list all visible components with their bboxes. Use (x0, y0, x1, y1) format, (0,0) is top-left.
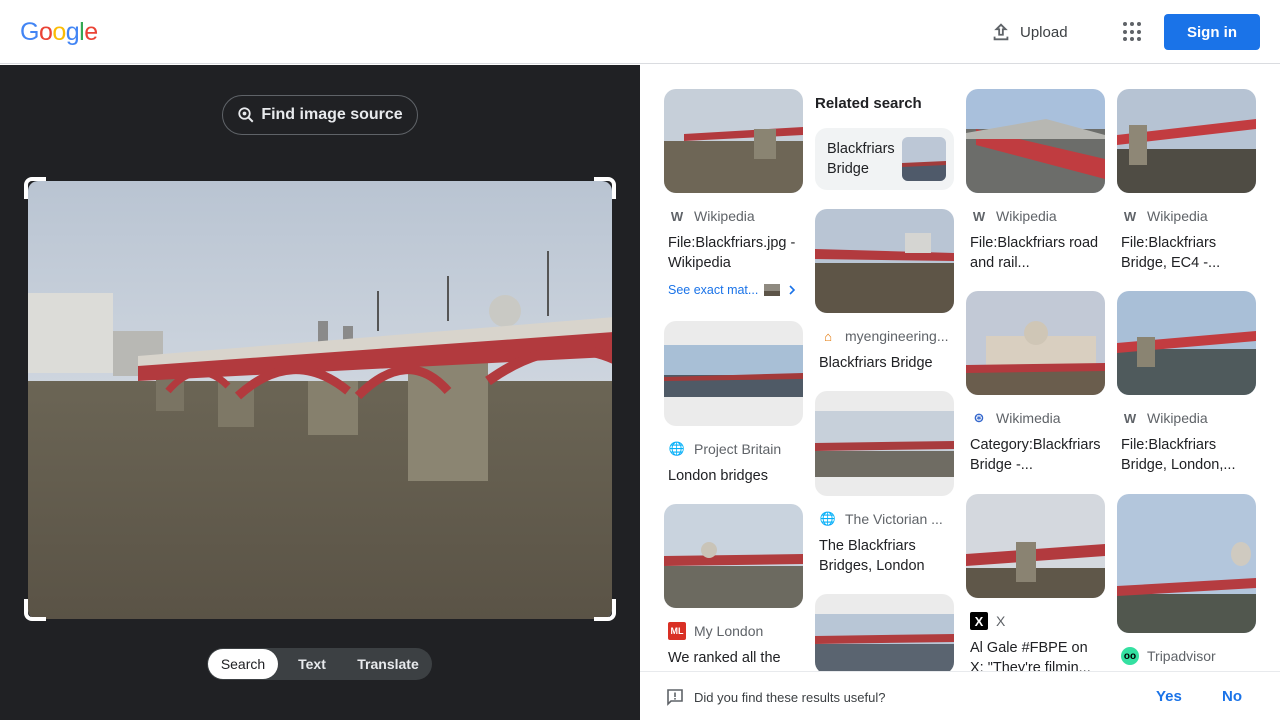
wikipedia-icon: W (670, 208, 684, 224)
logo-letter: G (20, 18, 39, 46)
chevron-right-icon (789, 285, 796, 295)
logo-letter: e (84, 18, 98, 46)
query-image-panel: Find image source Search Text Translate (0, 65, 640, 720)
myengineering-icon: ⌂ (824, 328, 832, 344)
tab-text[interactable]: Text (278, 649, 346, 679)
result-thumbnail (966, 494, 1105, 598)
wikimedia-icon: ⊛ (973, 410, 985, 425)
logo-letter: o (38, 18, 53, 46)
result-card[interactable]: W Wikipedia File:Blackfriars.jpg - Wikipe… (664, 89, 803, 297)
tab-translate[interactable]: Translate (346, 649, 430, 679)
mylondon-icon: ML (668, 622, 686, 640)
x-icon: X (970, 612, 988, 630)
crop-corner[interactable] (24, 599, 46, 621)
related-search-thumbnail (902, 137, 946, 181)
result-source: Wikipedia (1147, 208, 1208, 224)
feedback-icon (667, 689, 683, 706)
result-source: Project Britain (694, 441, 782, 457)
result-title: Category:Blackfriars Bridge -... (970, 437, 1101, 473)
see-exact-matches-label: See exact mat... (668, 283, 759, 297)
result-thumbnail (1117, 291, 1256, 395)
feedback-question: Did you find these results useful? (694, 690, 886, 705)
related-search-heading: Related search (815, 95, 922, 112)
result-thumbnail (664, 321, 803, 426)
result-title: File:Blackfriars Bridge, London,... (1121, 437, 1236, 473)
apps-grid-icon[interactable] (1120, 20, 1144, 44)
result-title: London bridges (668, 468, 768, 484)
wikipedia-icon: W (1123, 208, 1137, 224)
result-title: The Blackfriars Bridges, London (819, 538, 925, 574)
result-source: Wikimedia (996, 410, 1061, 426)
globe-icon: 🌐 (819, 511, 837, 526)
wikipedia-icon: W (1123, 410, 1137, 426)
result-thumbnail (664, 504, 803, 608)
result-source: Wikipedia (694, 208, 755, 224)
result-source: Wikipedia (996, 208, 1057, 224)
result-thumbnail (815, 209, 954, 313)
result-card[interactable]: W Wikipedia File:Blackfriars Bridge, EC4 … (1117, 89, 1256, 273)
upload-button[interactable]: Upload (990, 18, 1068, 46)
crop-corner[interactable] (594, 599, 616, 621)
see-exact-matches-link[interactable]: See exact mat... (668, 283, 803, 297)
sign-in-button[interactable]: Sign in (1164, 14, 1260, 50)
results-panel: W Wikipedia File:Blackfriars.jpg - Wikipe… (640, 65, 1280, 720)
result-card[interactable]: 🌐 Project Britain London bridges (664, 321, 803, 486)
result-source: The Victorian ... (845, 511, 943, 527)
google-logo[interactable]: Google (20, 18, 98, 47)
feedback-no-button[interactable]: No (1222, 688, 1242, 705)
find-image-source-button[interactable]: Find image source (222, 95, 418, 135)
result-title: File:Blackfriars road and rail... (970, 235, 1099, 271)
result-card[interactable]: oo Tripadvisor (1117, 494, 1256, 665)
result-title: File:Blackfriars.jpg - Wikipedia (668, 235, 796, 271)
crop-corner[interactable] (24, 177, 46, 199)
result-thumbnail (815, 594, 954, 674)
logo-letter: g (65, 18, 80, 46)
tab-search[interactable]: Search (208, 649, 278, 679)
globe-icon: 🌐 (668, 441, 686, 456)
result-card[interactable]: W Wikipedia File:Blackfriars road and rai… (966, 89, 1105, 273)
query-photo[interactable] (28, 181, 612, 619)
result-card[interactable]: ⊛ Wikimedia Category:Blackfriars Bridge -… (966, 291, 1105, 475)
mode-switcher: Search Text Translate (207, 648, 432, 680)
result-title: File:Blackfriars Bridge, EC4 -... (1121, 235, 1221, 271)
result-thumbnail (1117, 494, 1256, 633)
result-title: Blackfriars Bridge (819, 355, 933, 371)
result-source: Tripadvisor (1147, 648, 1216, 664)
feedback-yes-button[interactable]: Yes (1156, 688, 1182, 705)
result-source: X (996, 613, 1006, 629)
result-card[interactable]: XX Al Gale #FBPE on X: "They're filmin..… (966, 494, 1105, 678)
feedback-bar: Did you find these results useful? Yes N… (640, 671, 1280, 720)
result-thumbnail (664, 89, 803, 193)
top-bar: Google Upload Sign in (0, 0, 1280, 64)
upload-label: Upload (1020, 23, 1068, 41)
result-card[interactable]: W Wikipedia File:Blackfriars Bridge, Lond… (1117, 291, 1256, 475)
tripadvisor-icon: oo (1121, 647, 1139, 665)
find-image-source-label: Find image source (261, 106, 403, 123)
related-search-chip[interactable]: Blackfriars Bridge (815, 128, 954, 190)
result-thumbnail (1117, 89, 1256, 193)
result-thumbnail (966, 291, 1105, 395)
result-card[interactable]: 🌐 The Victorian ... The Blackfriars Bridg… (815, 391, 954, 576)
result-source: My London (694, 623, 764, 639)
result-thumbnail (815, 391, 954, 496)
related-search-label: Blackfriars Bridge (827, 141, 895, 177)
lens-search-icon (238, 107, 254, 123)
logo-letter: o (52, 18, 66, 46)
result-card[interactable] (815, 594, 954, 674)
result-card[interactable]: ⌂ myengineering... Blackfriars Bridge (815, 209, 954, 373)
result-thumbnail (966, 89, 1105, 193)
result-source: Wikipedia (1147, 410, 1208, 426)
result-title: We ranked all the (668, 650, 781, 666)
upload-icon (993, 23, 1009, 41)
exact-match-thumb-icon (764, 284, 781, 296)
result-card[interactable]: ML My London We ranked all the (664, 504, 803, 668)
wikipedia-icon: W (972, 208, 986, 224)
crop-corner[interactable] (594, 177, 616, 199)
result-source: myengineering... (845, 328, 949, 344)
